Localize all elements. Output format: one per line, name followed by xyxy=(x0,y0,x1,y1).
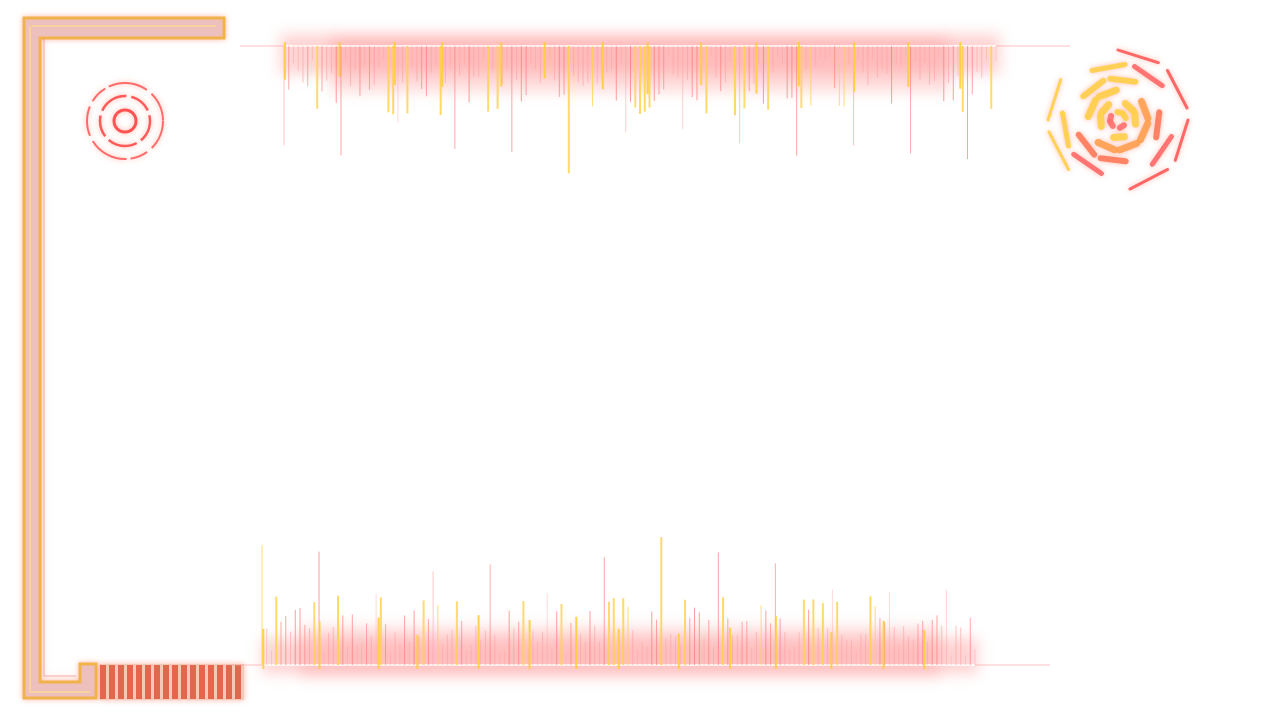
burst-segment xyxy=(1060,110,1071,149)
burst-segment xyxy=(1098,101,1113,117)
burst-segment xyxy=(1153,109,1163,141)
burst-segment xyxy=(1116,122,1127,131)
burst-segment xyxy=(1120,111,1129,122)
burst-segment xyxy=(1138,97,1152,122)
burst-segment xyxy=(1089,62,1128,73)
burst-segment xyxy=(1095,86,1120,100)
burst-segment xyxy=(1132,64,1165,89)
burst-segment xyxy=(1084,96,1100,121)
radial-octagon-burst-icon xyxy=(1046,48,1190,191)
burst-segment xyxy=(1107,112,1115,124)
burst-segment xyxy=(1097,112,1105,130)
burst-segment xyxy=(1046,78,1063,122)
burst-segment xyxy=(1166,69,1189,110)
burst-segment xyxy=(1075,131,1098,158)
burst-segment xyxy=(1116,140,1141,154)
burst-segment xyxy=(1128,168,1169,191)
burst-segment xyxy=(1131,110,1139,128)
burst-segment xyxy=(1173,118,1190,162)
burst-segment xyxy=(1097,155,1129,165)
burst-segment xyxy=(1116,48,1160,65)
burst-segment xyxy=(1136,119,1152,144)
burst-segment xyxy=(1071,151,1104,176)
burst-segment xyxy=(1149,134,1174,167)
burst-segment xyxy=(1110,133,1128,141)
burst-segment xyxy=(1107,75,1139,85)
burst-segment xyxy=(1094,138,1119,154)
burst-segment xyxy=(1121,100,1137,115)
